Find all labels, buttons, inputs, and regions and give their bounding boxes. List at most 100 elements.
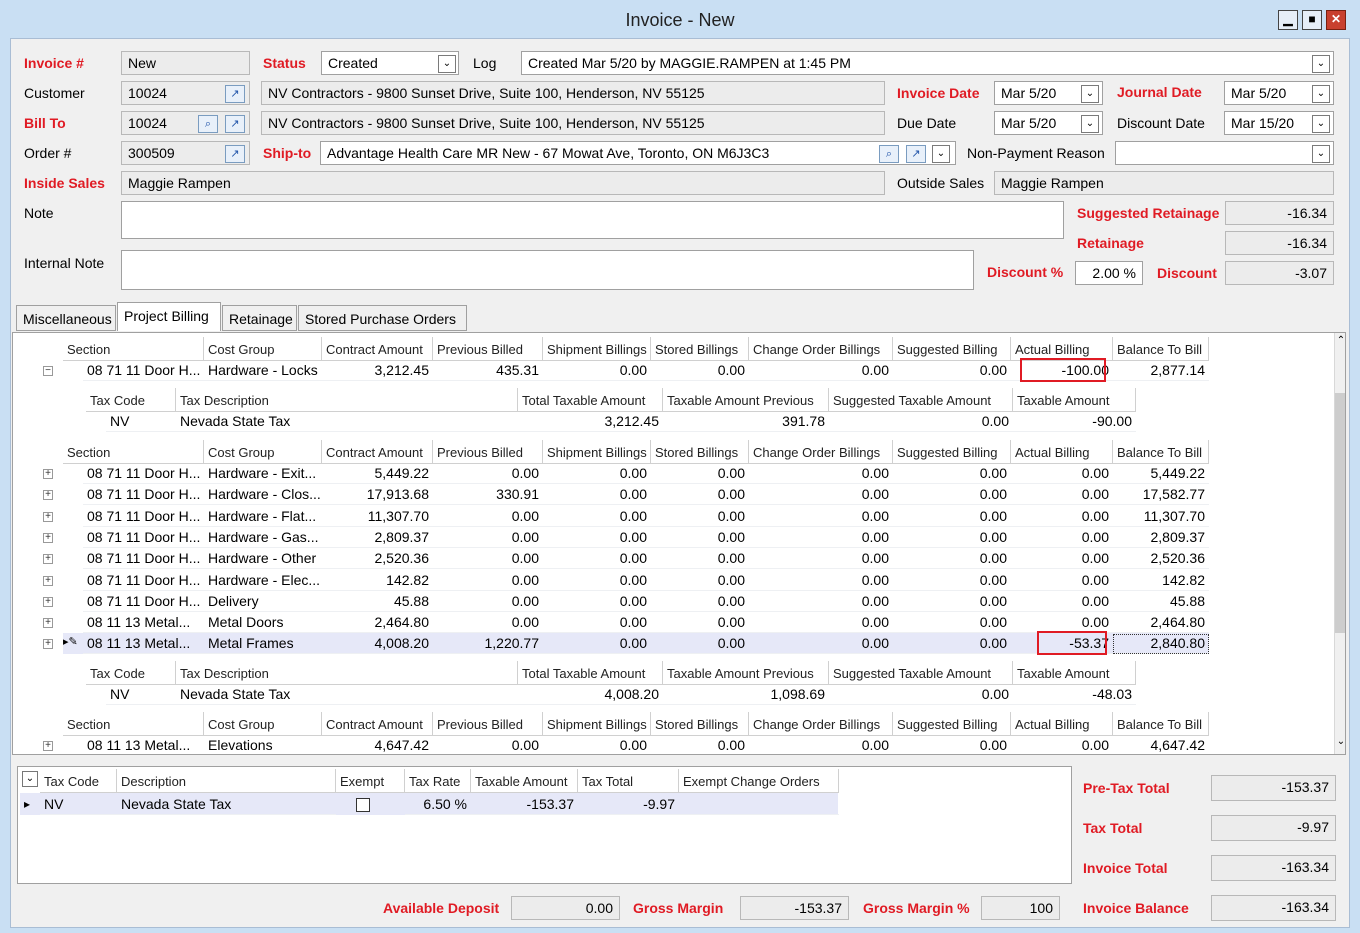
chevron-down-icon[interactable]: ⌄ [1312,55,1330,73]
tab-retainage[interactable]: Retainage [222,305,297,331]
column-header[interactable]: Shipment Billings [543,712,651,736]
chevron-down-icon[interactable]: ⌄ [1312,115,1330,133]
column-header[interactable]: Suggested Billing [893,337,1011,361]
chevron-down-icon[interactable]: ⌄ [1312,145,1330,163]
tab-project-billing[interactable]: Project Billing [117,302,221,331]
column-header[interactable]: Balance To Bill [1113,337,1209,361]
column-header[interactable]: Balance To Bill [1113,440,1209,464]
row-selector[interactable] [63,508,76,525]
tax-summary-header[interactable]: Description [117,769,336,793]
tax-summary-grid[interactable]: ⌄ Tax Code Description Exempt Tax Rate Taxabl… [17,766,1072,884]
column-header[interactable]: Change Order Billings [749,440,893,464]
expand-icon[interactable]: + [43,639,53,650]
tax-column-header[interactable]: Taxable Amount Previous [663,388,829,412]
column-header[interactable]: Stored Billings [651,337,749,361]
column-header[interactable]: Suggested Billing [893,712,1011,736]
tax-summary-header[interactable]: Exempt [336,769,405,793]
tax-summary-header[interactable]: Tax Rate [405,769,471,793]
tab-miscellaneous[interactable]: Miscellaneous [16,305,116,331]
search-icon[interactable]: ⌕ [198,115,218,133]
lookup-icon[interactable]: ↗ [225,115,245,133]
column-header[interactable]: Contract Amount [322,712,433,736]
invoice-date-field[interactable]: Mar 5/20 ⌄ [994,81,1103,105]
table-cell[interactable]: 0.00 [1011,735,1113,754]
column-header[interactable]: Actual Billing [1011,440,1113,464]
expand-icon[interactable]: + [43,532,53,543]
column-header[interactable]: Shipment Billings [543,440,651,464]
chevron-down-icon[interactable]: ⌄ [438,55,456,73]
column-header[interactable]: Actual Billing [1011,712,1113,736]
expand-icon[interactable]: + [43,554,53,565]
lookup-icon[interactable]: ↗ [906,145,926,163]
scroll-thumb[interactable] [1335,393,1345,633]
column-header[interactable]: Previous Billed [433,440,543,464]
internal-note-textarea[interactable] [121,250,974,290]
tax-summary-header[interactable]: Exempt Change Orders [679,769,839,793]
collapse-icon[interactable]: − [43,366,53,376]
expand-icon[interactable]: + [43,575,53,586]
column-header[interactable]: Change Order Billings [749,337,893,361]
column-header[interactable]: Section [63,712,204,736]
invoice-number-field[interactable]: New [121,51,250,75]
row-selector[interactable] [63,614,76,631]
expand-icon[interactable]: + [43,469,53,479]
tax-column-header[interactable]: Total Taxable Amount [518,388,663,412]
bill-to-field[interactable]: 10024 ⌕ ↗ [121,111,250,135]
table-cell[interactable]: 0.00 [1011,463,1113,484]
tax-column-header[interactable]: Tax Description [176,661,518,685]
lookup-icon[interactable]: ↗ [225,145,245,163]
status-select[interactable]: Created ⌄ [321,51,459,75]
project-billing-grid[interactable]: ⌃ ⌄ Section Cost Group Contract Amount Prev… [12,332,1346,755]
table-cell[interactable]: 0.00 [1011,506,1113,527]
column-header[interactable]: Balance To Bill [1113,712,1209,736]
row-selector[interactable] [63,593,76,610]
row-selector[interactable] [63,486,76,503]
row-selector[interactable] [63,465,76,482]
table-cell[interactable]: 0.00 [1011,548,1113,570]
ship-to-field[interactable]: Advantage Health Care MR New - 67 Mowat … [320,141,956,165]
chevron-down-icon[interactable]: ⌄ [1081,85,1099,103]
lookup-icon[interactable]: ↗ [225,85,245,103]
expand-icon[interactable]: + [43,741,53,751]
inside-sales-field[interactable]: Maggie Rampen [121,171,885,195]
column-header[interactable]: Section [63,337,204,361]
column-header[interactable]: Stored Billings [651,440,749,464]
log-select[interactable]: Created Mar 5/20 by MAGGIE.RAMPEN at 1:4… [521,51,1334,75]
tax-column-header[interactable]: Tax Description [176,388,518,412]
column-header[interactable]: Cost Group [204,337,322,361]
table-cell[interactable]: 0.00 [1011,484,1113,506]
non-payment-reason-select[interactable]: ⌄ [1115,141,1334,165]
discount-date-field[interactable]: Mar 15/20 ⌄ [1224,111,1334,135]
table-cell[interactable]: 0.00 [1011,612,1113,634]
expand-icon[interactable]: + [43,511,53,522]
row-selector[interactable] [63,529,76,546]
close-icon[interactable]: ✕ [1326,10,1346,30]
discount-pct-field[interactable]: 2.00 % [1075,261,1143,285]
table-cell[interactable]: 0.00 [1011,527,1113,548]
note-textarea[interactable] [121,201,1064,239]
chevron-down-icon[interactable]: ⌄ [1312,85,1330,103]
tax-column-header[interactable]: Total Taxable Amount [518,661,663,685]
column-header[interactable]: Contract Amount [322,440,433,464]
exempt-checkbox[interactable] [356,798,370,812]
tax-column-header[interactable]: Tax Code [86,388,176,412]
tax-column-header[interactable]: Suggested Taxable Amount [829,388,1013,412]
table-cell[interactable]: 0.00 [1011,570,1113,591]
column-header[interactable]: Suggested Billing [893,440,1011,464]
tax-column-header[interactable]: Taxable Amount [1013,388,1136,412]
vertical-scrollbar[interactable]: ⌃ ⌄ [1334,333,1345,754]
column-header[interactable]: Stored Billings [651,712,749,736]
tax-summary-header[interactable]: Tax Total [578,769,679,793]
column-header[interactable]: Previous Billed [433,337,543,361]
customer-field[interactable]: 10024 ↗ [121,81,250,105]
column-header[interactable]: Section [63,440,204,464]
tax-column-header[interactable]: Suggested Taxable Amount [829,661,1013,685]
tax-column-header[interactable]: Taxable Amount [1013,661,1136,685]
maximize-icon[interactable]: ■ [1302,10,1322,30]
row-selector[interactable] [63,362,76,379]
column-header[interactable]: Cost Group [204,712,322,736]
search-icon[interactable]: ⌕ [879,145,899,163]
tax-column-header[interactable]: Taxable Amount Previous [663,661,829,685]
column-header[interactable]: Contract Amount [322,337,433,361]
column-header[interactable]: Cost Group [204,440,322,464]
